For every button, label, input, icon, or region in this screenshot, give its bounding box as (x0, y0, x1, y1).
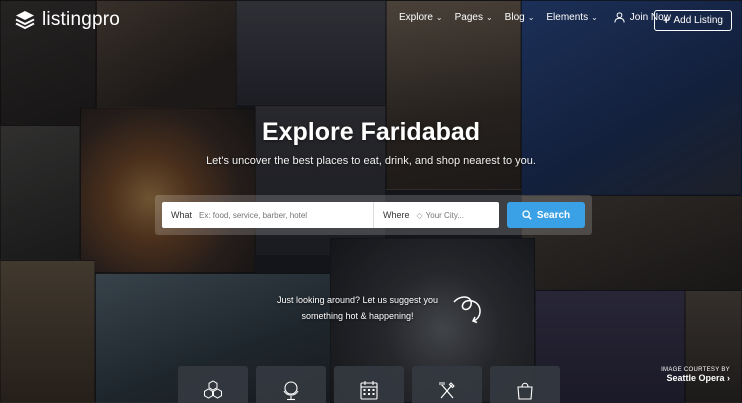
nav-item-pages[interactable]: Pages ⌄ (455, 12, 493, 23)
where-label: Where (383, 210, 410, 220)
image-credit: IMAGE COURTESY BY Seattle Opera › (661, 367, 730, 383)
curly-arrow-icon (453, 296, 481, 324)
category-tile[interactable] (490, 366, 560, 403)
chevron-down-icon: ⌄ (591, 13, 598, 22)
chevron-down-icon: ⌄ (435, 13, 443, 22)
nav-item-label: Pages (454, 12, 483, 23)
where-search-field[interactable]: Where ◇ (373, 202, 506, 228)
what-search-field[interactable]: What (162, 202, 373, 228)
calendar-icon (360, 381, 378, 400)
site-header: listingpro Explore ⌄ Pages ⌄ Blog ⌄ Elem… (0, 0, 742, 40)
nav-item-label: Elements (546, 12, 589, 23)
where-input[interactable] (425, 210, 506, 220)
add-listing-label: Add Listing (673, 15, 723, 26)
nav-item-elements[interactable]: Elements ⌄ (546, 12, 597, 23)
fork-knife-icon (439, 382, 455, 399)
category-tile[interactable] (178, 366, 248, 403)
main-nav: Explore ⌄ Pages ⌄ Blog ⌄ Elements ⌄ Join… (399, 12, 677, 23)
hero-subtitle: Let's uncover the best places to eat, dr… (206, 155, 536, 167)
chevron-down-icon: ⌄ (485, 13, 493, 22)
shopping-bag-icon (517, 382, 533, 400)
chevron-down-icon: ⌄ (527, 13, 535, 22)
add-listing-button[interactable]: + Add Listing (654, 10, 732, 31)
category-tiles (178, 366, 560, 403)
nav-item-label: Blog (504, 12, 525, 23)
search-icon (522, 210, 532, 220)
site-logo[interactable]: listingpro (14, 9, 120, 31)
search-button[interactable]: Search (507, 202, 585, 228)
category-tile[interactable] (412, 366, 482, 403)
category-tile[interactable] (334, 366, 404, 403)
location-target-icon: ◇ (416, 210, 423, 220)
nav-item-label: Explore (399, 12, 433, 23)
globe-stand-icon (283, 381, 299, 401)
suggestion-text: Just looking around? Let us suggest you … (276, 295, 439, 321)
hexagon-cluster-icon (204, 380, 222, 399)
user-icon (614, 12, 625, 23)
logo-text: listingpro (42, 9, 121, 30)
what-label: What (171, 210, 193, 220)
plus-icon: + (663, 14, 670, 27)
search-button-label: Search (536, 209, 571, 221)
category-tile[interactable] (256, 366, 326, 403)
credit-name-link[interactable]: Seattle Opera › (661, 373, 730, 383)
what-input[interactable] (199, 210, 360, 220)
nav-item-blog[interactable]: Blog ⌄ (505, 12, 535, 23)
hero-title: Explore Faridabad (261, 118, 481, 146)
nav-item-explore[interactable]: Explore ⌄ (399, 12, 443, 23)
layers-logo-icon (15, 11, 35, 30)
